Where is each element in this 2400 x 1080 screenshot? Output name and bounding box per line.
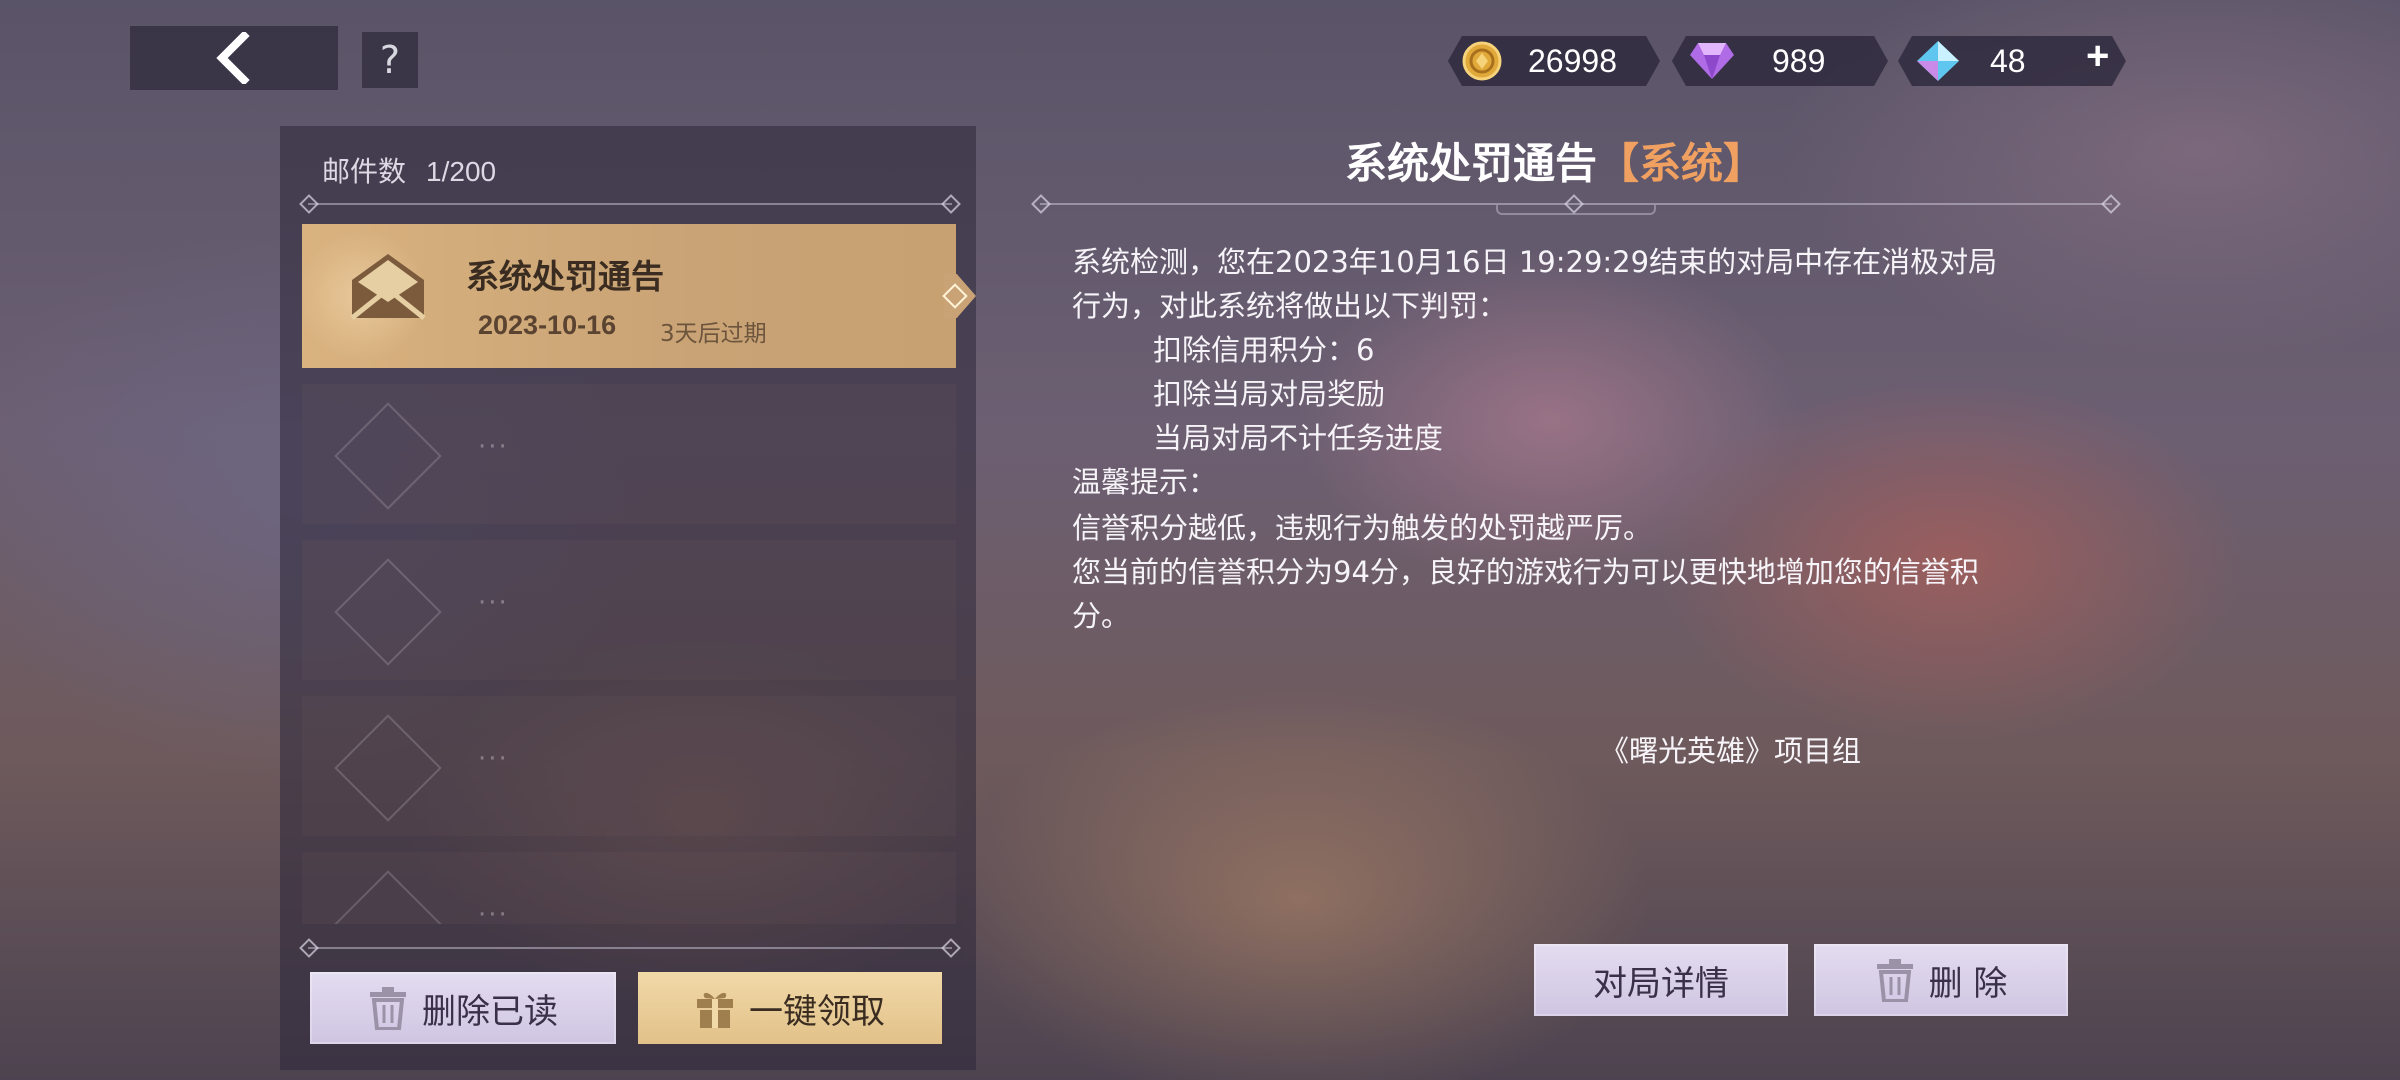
purple-gem-amount: 989 [1772,42,1826,79]
top-divider [308,203,952,205]
blue-crystal-amount: 48 [1990,42,2026,79]
claim-all-button[interactable]: 一键领取 [638,972,942,1044]
mail-count-label: 邮件数 [322,155,407,188]
empty-mail-slot: ··· [302,696,956,836]
mail-category-tag: 【系统】 [1597,139,1766,188]
mail-count-value: 1/200 [426,156,497,187]
mail-body-line: 分。 [1072,599,1131,633]
gift-icon [697,992,733,1028]
empty-mail-slot: ··· [302,384,956,524]
purple-gem-icon [1690,41,1734,81]
delete-mail-button[interactable]: 删 除 [1814,944,2068,1016]
penalty-item: 扣除信用积分：6 [1153,333,1375,367]
match-detail-button[interactable]: 对局详情 [1534,944,1788,1016]
help-button[interactable]: ? [362,32,418,88]
mail-body-line: 系统检测，您在2023年10月16日 19:29:29结束的对局中存在消极对局 [1072,245,1998,279]
blue-crystal-icon [1916,40,1960,82]
mail-body-line: 温馨提示： [1072,465,1218,499]
divider-ornament [1031,194,1051,214]
gold-coin-icon [1462,41,1502,81]
mail-detail-title: 系统处罚通告【系统】 [1345,130,1765,191]
purple-gem-currency[interactable]: 989 [1672,36,1888,86]
back-button[interactable] [130,26,338,90]
envelope-icon [350,254,426,320]
gold-amount: 26998 [1528,42,1617,79]
divider-ornament [2101,194,2121,214]
empty-diamond-icon [334,402,442,510]
mail-item-expire: 3天后过期 [660,321,767,347]
mail-title-text: 系统处罚通告 [1345,139,1598,188]
empty-dots: ··· [478,588,509,618]
penalty-item: 扣除当局对局奖励 [1153,377,1386,411]
bottom-divider [308,947,952,949]
empty-dots: ··· [478,900,509,924]
empty-dots: ··· [478,432,509,462]
empty-diamond-icon [334,870,442,924]
delete-read-button[interactable]: 删除已读 [310,972,616,1044]
mail-count: 邮件数 1/200 [322,150,496,190]
trash-icon [1876,959,1913,1002]
mail-body-line: 行为，对此系统将做出以下判罚： [1072,289,1508,323]
mail-body-line: 信誉积分越低，违规行为触发的处罚越严厉。 [1072,511,1653,545]
blue-crystal-currency[interactable]: 48 + [1898,36,2126,86]
delete-read-label: 删除已读 [422,991,558,1032]
chevron-left-icon [216,32,250,84]
gold-currency[interactable]: 26998 [1448,36,1660,86]
mail-signature: 《曙光英雄》项目组 [1600,734,1862,768]
mail-item-date: 2023-10-16 [478,310,617,340]
penalty-item: 当局对局不计任务进度 [1153,421,1444,455]
empty-mail-slot: ··· [302,852,956,924]
trash-icon [370,987,406,1030]
mail-item-title: 系统处罚通告 [466,257,664,296]
empty-dots: ··· [478,744,509,774]
match-detail-label: 对局详情 [1593,963,1729,1004]
add-currency-button[interactable]: + [2086,34,2109,79]
claim-all-label: 一键领取 [749,991,885,1032]
delete-mail-label: 删 除 [1928,963,2008,1004]
empty-diamond-icon [334,558,442,666]
empty-mail-slot: ··· [302,540,956,680]
empty-diamond-icon [334,714,442,822]
mail-body-line: 您当前的信誉积分为94分，良好的游戏行为可以更快地增加您的信誉积 [1072,555,1979,589]
